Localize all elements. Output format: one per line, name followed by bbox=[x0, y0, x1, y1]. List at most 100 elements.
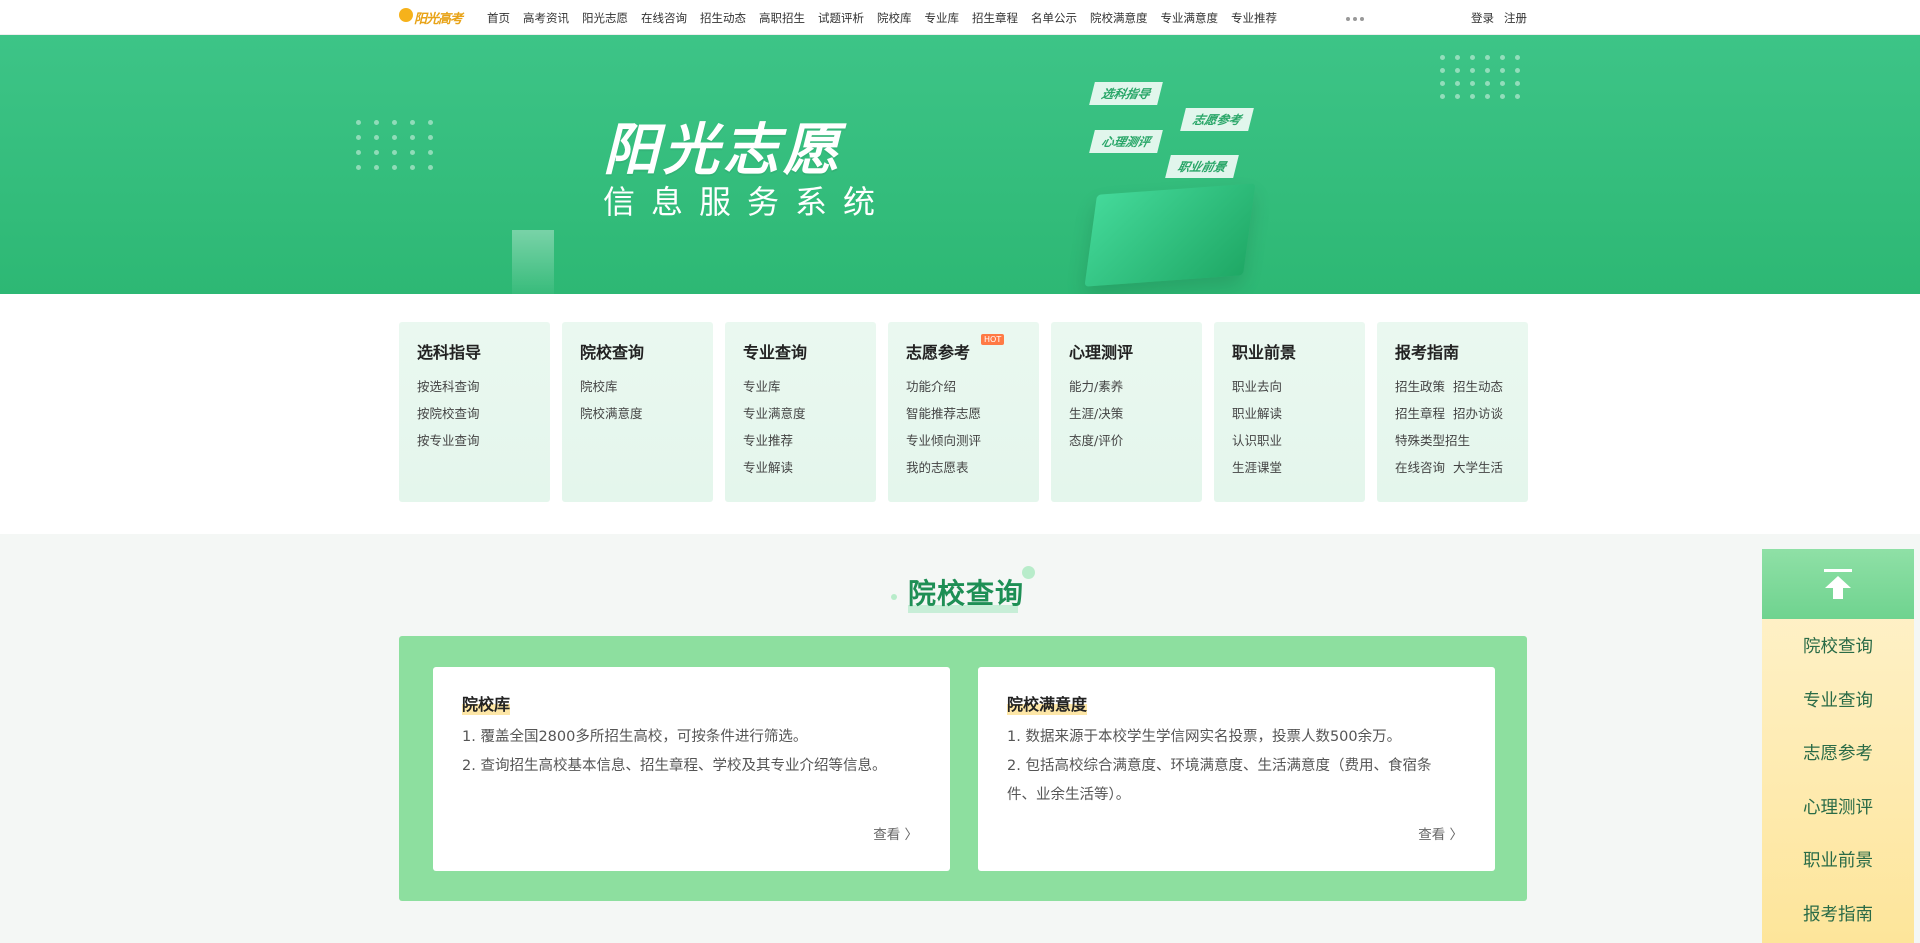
banner-tag-volunteer: 志愿参考 bbox=[1180, 108, 1254, 131]
quick-card-guide: 报考指南 招生政策 招生动态 招生章程 招办访谈 特殊类型招生 在线咨询 大学生… bbox=[1377, 322, 1528, 502]
quick-link[interactable]: 招生章程 bbox=[1395, 400, 1445, 427]
school-query-panel: 院校库 1. 覆盖全国2800多所招生高校，可按条件进行筛选。 2. 查询招生高… bbox=[399, 636, 1527, 901]
quick-link[interactable]: 招生动态 bbox=[1453, 373, 1503, 400]
pillar-decoration bbox=[512, 230, 554, 294]
side-item-guide[interactable]: 报考指南 bbox=[1762, 887, 1914, 941]
register-link[interactable]: 注册 bbox=[1504, 10, 1527, 26]
top-navbar: 阳光高考 首页 高考资讯 阳光志愿 在线咨询 招生动态 高职招生 试题评析 院校… bbox=[0, 0, 1920, 35]
school-satisfaction-card: 院校满意度 1. 数据来源于本校学生学信网实名投票，投票人数500余万。 2. … bbox=[978, 667, 1495, 871]
quick-card-major: 专业查询 专业库 专业满意度 专业推荐 专业解读 bbox=[725, 322, 876, 502]
info-card-title: 院校满意度 bbox=[1007, 691, 1088, 715]
more-icon[interactable] bbox=[1346, 16, 1365, 21]
side-item-major[interactable]: 专业查询 bbox=[1762, 673, 1914, 727]
nav-item-school-satisfaction[interactable]: 院校满意度 bbox=[1090, 10, 1148, 26]
quick-link[interactable]: 功能介绍 bbox=[906, 373, 1021, 400]
quick-link[interactable]: 专业解读 bbox=[743, 454, 858, 481]
nav-item-school-db[interactable]: 院校库 bbox=[877, 10, 912, 26]
side-item-psych[interactable]: 心理测评 bbox=[1762, 780, 1914, 834]
quick-link[interactable]: 招办访谈 bbox=[1453, 400, 1503, 427]
arrow-up-icon bbox=[1824, 569, 1852, 599]
banner-title: 阳光志愿 bbox=[603, 118, 843, 183]
info-card-line: 件、业余生活等）。 bbox=[1007, 787, 1131, 803]
side-item-volunteer[interactable]: 志愿参考 bbox=[1762, 726, 1914, 780]
quick-card-career: 职业前景 职业去向 职业解读 认识职业 生涯课堂 bbox=[1214, 322, 1365, 502]
banner-subtitle: 信息服务系统 bbox=[603, 183, 892, 221]
quick-link[interactable]: 职业解读 bbox=[1232, 400, 1347, 427]
side-item-career[interactable]: 职业前景 bbox=[1762, 833, 1914, 887]
logo-text: 阳光高考 bbox=[414, 12, 463, 27]
back-to-top-button[interactable] bbox=[1762, 549, 1914, 619]
quick-link[interactable]: 生涯课堂 bbox=[1232, 454, 1347, 481]
nav-item-major-db[interactable]: 专业库 bbox=[925, 10, 960, 26]
quick-card-psych: 心理测评 能力/素养 生涯/决策 态度/评价 bbox=[1051, 322, 1202, 502]
section-title: 院校查询 bbox=[908, 577, 1025, 610]
quick-link[interactable]: 专业推荐 bbox=[743, 427, 858, 454]
quick-link[interactable]: 我的志愿表 bbox=[906, 454, 1021, 481]
quick-card-subject: 选科指导 按选科查询 按院校查询 按专业查询 bbox=[399, 322, 550, 502]
banner-tag-psych: 心理测评 bbox=[1089, 130, 1163, 153]
quick-link[interactable]: 院校库 bbox=[580, 373, 695, 400]
quick-card-title: 院校查询 bbox=[580, 343, 645, 362]
auth-links: 登录 注册 bbox=[1471, 10, 1527, 26]
quick-card-volunteer: 志愿参考 HOT 功能介绍 智能推荐志愿 专业倾向测评 我的志愿表 bbox=[888, 322, 1039, 502]
quick-link[interactable]: 大学生活 bbox=[1453, 454, 1503, 481]
quick-card-title: 选科指导 bbox=[417, 343, 482, 362]
nav-item-vocational[interactable]: 高职招生 bbox=[759, 10, 805, 26]
view-more-link[interactable]: 查看 〉 bbox=[873, 823, 918, 843]
nav-item-news[interactable]: 高考资讯 bbox=[523, 10, 569, 26]
quick-link[interactable]: 专业倾向测评 bbox=[906, 427, 1021, 454]
nav-item-admission-rules[interactable]: 招生章程 bbox=[972, 10, 1018, 26]
main-nav: 首页 高考资讯 阳光志愿 在线咨询 招生动态 高职招生 试题评析 院校库 专业库… bbox=[487, 10, 1290, 26]
quick-link[interactable]: 特殊类型招生 bbox=[1395, 427, 1470, 454]
quick-link[interactable]: 生涯/决策 bbox=[1069, 400, 1184, 427]
quick-link[interactable]: 院校满意度 bbox=[580, 400, 695, 427]
quick-card-title: 专业查询 bbox=[743, 343, 808, 362]
quick-link-row: 招生章程 招办访谈 bbox=[1395, 400, 1510, 427]
nav-item-sunshine-volunteer[interactable]: 阳光志愿 bbox=[582, 10, 628, 26]
quick-link[interactable]: 职业去向 bbox=[1232, 373, 1347, 400]
nav-item-home[interactable]: 首页 bbox=[487, 10, 510, 26]
nav-item-online-consult[interactable]: 在线咨询 bbox=[641, 10, 687, 26]
sun-icon bbox=[399, 7, 413, 22]
quick-link[interactable]: 认识职业 bbox=[1232, 427, 1347, 454]
info-card-line: 2. 包括高校综合满意度、环境满意度、生活满意度（费用、食宿条 bbox=[1007, 758, 1432, 774]
nav-item-list-public[interactable]: 名单公示 bbox=[1031, 10, 1077, 26]
nav-item-admission-news[interactable]: 招生动态 bbox=[700, 10, 746, 26]
info-card-line: 2. 查询招生高校基本信息、招生章程、学校及其专业介绍等信息。 bbox=[462, 758, 887, 774]
dots-decoration-right bbox=[1440, 55, 1520, 99]
quick-link[interactable]: 态度/评价 bbox=[1069, 427, 1184, 454]
quick-link-row: 在线咨询 大学生活 bbox=[1395, 454, 1510, 481]
dots-decoration-left bbox=[356, 120, 433, 170]
quick-link[interactable]: 招生政策 bbox=[1395, 373, 1445, 400]
cube-illustration bbox=[1084, 183, 1256, 287]
login-link[interactable]: 登录 bbox=[1471, 10, 1494, 26]
quick-link-row: 特殊类型招生 bbox=[1395, 427, 1510, 454]
quick-link[interactable]: 能力/素养 bbox=[1069, 373, 1184, 400]
school-db-card: 院校库 1. 覆盖全国2800多所招生高校，可按条件进行筛选。 2. 查询招生高… bbox=[433, 667, 950, 871]
quick-link[interactable]: 智能推荐志愿 bbox=[906, 400, 1021, 427]
side-item-school[interactable]: 院校查询 bbox=[1762, 619, 1914, 673]
view-more-link[interactable]: 查看 〉 bbox=[1418, 823, 1463, 843]
quick-link-row: 招生政策 招生动态 bbox=[1395, 373, 1510, 400]
quick-card-title: 心理测评 bbox=[1069, 343, 1134, 362]
info-card-line: 1. 数据来源于本校学生学信网实名投票，投票人数500余万。 bbox=[1007, 729, 1402, 745]
quick-card-title: 报考指南 bbox=[1395, 343, 1460, 362]
nav-item-major-satisfaction[interactable]: 专业满意度 bbox=[1161, 10, 1219, 26]
top-navbar-inner: 阳光高考 首页 高考资讯 阳光志愿 在线咨询 招生动态 高职招生 试题评析 院校… bbox=[399, 0, 1527, 35]
nav-item-exam-review[interactable]: 试题评析 bbox=[818, 10, 864, 26]
side-float-nav: 院校查询 专业查询 志愿参考 心理测评 职业前景 报考指南 bbox=[1762, 549, 1914, 943]
quick-card-school: 院校查询 院校库 院校满意度 bbox=[562, 322, 713, 502]
nav-item-major-recommend[interactable]: 专业推荐 bbox=[1231, 10, 1277, 26]
site-logo[interactable]: 阳光高考 bbox=[399, 0, 463, 35]
hot-badge: HOT bbox=[981, 334, 1005, 345]
quick-card-title: 职业前景 bbox=[1232, 343, 1297, 362]
quick-link[interactable]: 在线咨询 bbox=[1395, 454, 1445, 481]
quick-card-title-text: 志愿参考 bbox=[906, 343, 971, 362]
quick-link[interactable]: 专业满意度 bbox=[743, 400, 858, 427]
quick-link[interactable]: 按院校查询 bbox=[417, 400, 532, 427]
quick-link[interactable]: 专业库 bbox=[743, 373, 858, 400]
banner-tag-career: 职业前景 bbox=[1165, 155, 1239, 178]
quick-link[interactable]: 按专业查询 bbox=[417, 427, 532, 454]
quick-link[interactable]: 按选科查询 bbox=[417, 373, 532, 400]
info-card-line: 1. 覆盖全国2800多所招生高校，可按条件进行筛选。 bbox=[462, 729, 808, 745]
